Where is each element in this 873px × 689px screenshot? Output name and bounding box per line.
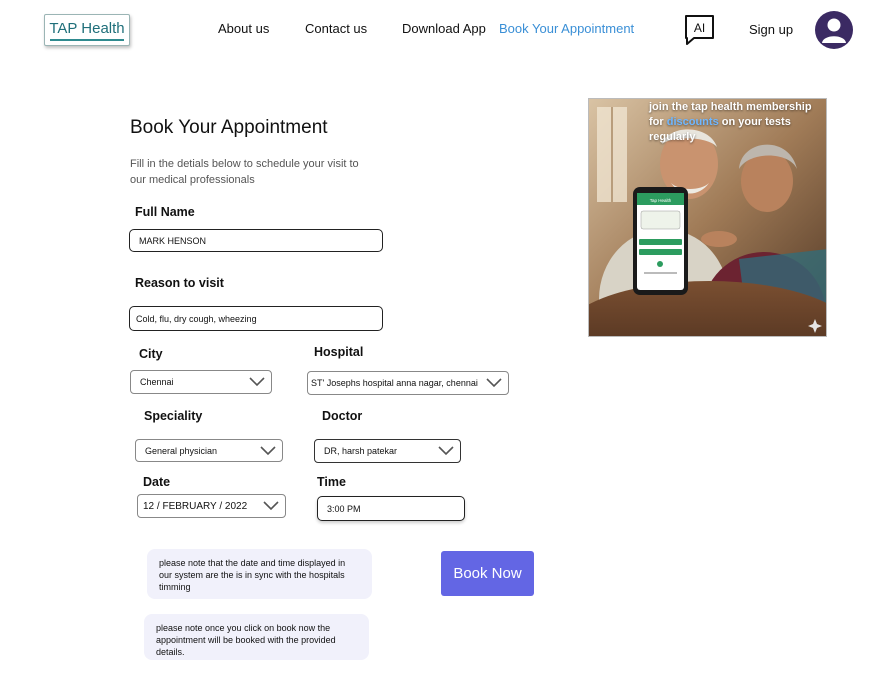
chevron-down-icon (438, 446, 454, 456)
promo-caption: join the tap health membership for disco… (649, 100, 826, 145)
hospital-value: ST' Josephs hospital anna nagar, chennai (311, 378, 478, 388)
ai-chat-icon[interactable]: AI (684, 14, 715, 45)
tap-health-logo[interactable]: TAP Health (44, 14, 130, 46)
promo-highlight: discounts (666, 116, 719, 128)
booking-note: please note once you click on book now t… (144, 614, 369, 660)
chevron-down-icon (263, 501, 279, 511)
full-name-value: MARK HENSON (139, 235, 207, 246)
city-value: Chennai (140, 377, 174, 387)
time-input[interactable]: 3:00 PM (317, 496, 465, 521)
speciality-select[interactable]: General physician (135, 439, 283, 462)
page-title: Book Your Appointment (130, 117, 328, 138)
full-name-input[interactable]: MARK HENSON (129, 229, 383, 252)
reason-input[interactable]: Cold, flu, dry cough, wheezing (129, 306, 383, 331)
doctor-select[interactable]: DR, harsh patekar (314, 439, 461, 463)
date-select[interactable]: 12 / FEBRUARY / 2022 (137, 494, 286, 518)
chevron-down-icon (249, 377, 265, 387)
speciality-value: General physician (145, 445, 218, 456)
nav-book-appointment[interactable]: Book Your Appointment (499, 21, 634, 36)
hospital-select[interactable]: ST' Josephs hospital anna nagar, chennai (307, 371, 509, 395)
reason-label: Reason to visit (135, 276, 224, 290)
reason-value: Cold, flu, dry cough, wheezing (136, 313, 257, 324)
full-name-label: Full Name (135, 205, 195, 219)
chevron-down-icon (260, 445, 276, 455)
city-select[interactable]: Chennai (130, 370, 272, 394)
membership-promo-image[interactable]: Tap Health join the tap health membershi… (588, 98, 827, 337)
sync-note: please note that the date and time displ… (147, 549, 372, 599)
sign-up-link[interactable]: Sign up (749, 22, 793, 37)
user-avatar-icon[interactable] (815, 11, 853, 49)
speciality-label: Speciality (144, 409, 203, 423)
nav-about-us[interactable]: About us (218, 21, 269, 36)
date-value: 12 / FEBRUARY / 2022 (143, 500, 248, 512)
time-value: 3:00 PM (327, 503, 361, 514)
nav-contact-us[interactable]: Contact us (305, 21, 367, 36)
logo-underline (50, 39, 124, 41)
nav-download-app[interactable]: Download App (402, 21, 486, 36)
chevron-down-icon (486, 378, 502, 388)
book-now-button[interactable]: Book Now (441, 551, 534, 596)
time-label: Time (317, 475, 346, 489)
ai-label: AI (694, 21, 705, 35)
doctor-label: Doctor (322, 409, 363, 423)
hospital-label: Hospital (314, 345, 364, 359)
logo-text: TAP Health (49, 20, 125, 37)
date-label: Date (143, 475, 171, 489)
city-label: City (139, 347, 163, 361)
phone-header-text: Tap Health (650, 198, 672, 203)
page-subtitle: Fill in the detials below to schedule yo… (130, 158, 359, 186)
doctor-value: DR, harsh patekar (324, 446, 398, 456)
